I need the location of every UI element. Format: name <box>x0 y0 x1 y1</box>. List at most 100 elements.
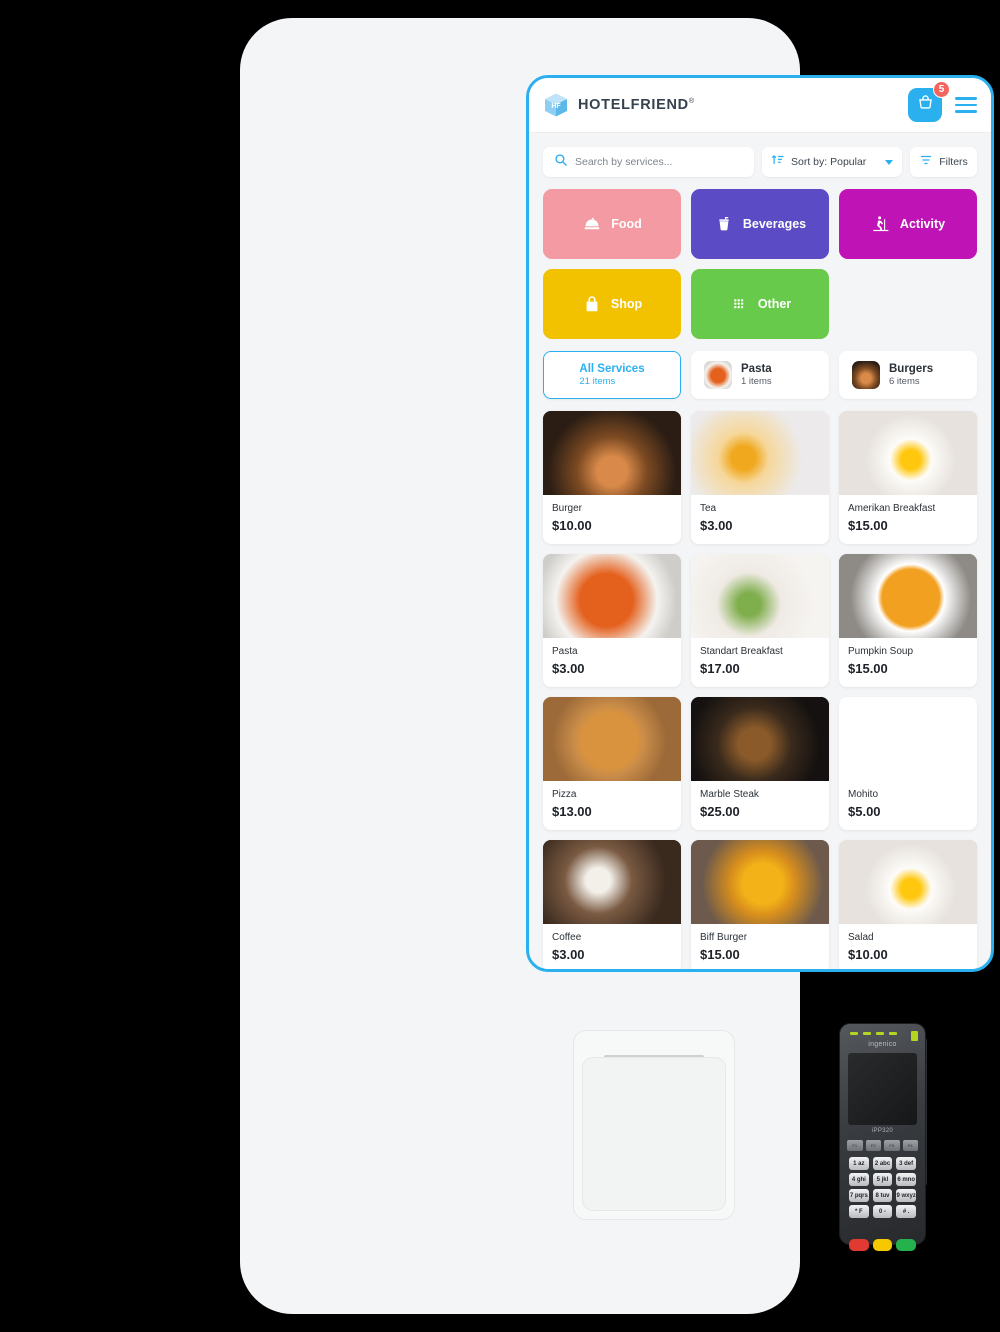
service-tab-text: All Services 21 items <box>579 363 644 387</box>
hotelfriend-cube-logo: HF <box>543 92 569 118</box>
product-name: Biff Burger <box>700 932 748 943</box>
product-card[interactable]: Salad $10.00 <box>839 840 977 969</box>
category-tile-food[interactable]: Food <box>543 189 681 259</box>
product-card[interactable]: Mohito $5.00 <box>839 697 977 830</box>
product-card[interactable]: Coffee $3.00 <box>543 840 681 969</box>
drink-cup-icon <box>714 214 734 234</box>
product-info: Pizza $13.00 <box>543 781 681 830</box>
product-card[interactable]: Pumpkin Soup $15.00 <box>839 554 977 687</box>
service-tab-count: 6 items <box>889 376 920 387</box>
product-price: $25.00 <box>700 804 740 819</box>
product-image <box>543 840 681 924</box>
product-card[interactable]: Marble Steak $25.00 <box>691 697 829 830</box>
terminal-function-key: F1 <box>847 1140 863 1151</box>
product-info: Pasta $3.00 <box>543 638 681 687</box>
category-tile-label: Other <box>757 297 792 311</box>
terminal-keypad-key: 7 pqrs <box>849 1189 869 1202</box>
pos-app-screen: HF HOTELFRIEND® 5 Search by services... … <box>526 75 994 972</box>
service-tab-name: Burgers <box>889 363 934 375</box>
product-card[interactable]: Pizza $13.00 <box>543 697 681 830</box>
product-image <box>839 697 977 781</box>
service-tab-pasta[interactable]: Pasta 1 items <box>691 351 829 399</box>
brand-registered-mark: ® <box>688 98 695 106</box>
brand-logo-group: HF HOTELFRIEND® <box>543 92 695 118</box>
terminal-keypad-key: 3 def <box>896 1157 916 1170</box>
product-price: $17.00 <box>700 661 740 676</box>
activity-hiker-icon <box>871 214 891 234</box>
terminal-keypad-key: 4 ghi <box>849 1173 869 1186</box>
terminal-function-key: F3 <box>884 1140 900 1151</box>
product-price: $10.00 <box>552 518 592 533</box>
category-tile-beverages[interactable]: Beverages <box>691 189 829 259</box>
product-name: Tea <box>700 503 717 514</box>
service-tab-count: 1 items <box>741 376 772 387</box>
product-card[interactable]: Tea $3.00 <box>691 411 829 544</box>
service-tab-thumbnail <box>852 361 880 389</box>
food-dome-icon <box>582 214 602 234</box>
product-card[interactable]: Pasta $3.00 <box>543 554 681 687</box>
search-icon <box>554 153 568 172</box>
product-price: $15.00 <box>848 518 888 533</box>
product-card[interactable]: Standart Breakfast $17.00 <box>691 554 829 687</box>
terminal-keypad-key: 9 wxyz <box>896 1189 916 1202</box>
tablet-dock-outline <box>573 1030 735 1220</box>
product-price: $5.00 <box>848 804 881 819</box>
terminal-function-key: F2 <box>865 1140 881 1151</box>
product-info: Burger $10.00 <box>543 495 681 544</box>
product-price: $13.00 <box>552 804 592 819</box>
search-input[interactable] <box>575 156 743 168</box>
category-tile-shop[interactable]: Shop <box>543 269 681 339</box>
product-name: Pasta <box>552 646 578 657</box>
product-image <box>691 554 829 638</box>
category-tile-other[interactable]: Other <box>691 269 829 339</box>
product-name: Burger <box>552 503 583 514</box>
terminal-display <box>848 1053 917 1125</box>
product-info: Tea $3.00 <box>691 495 829 544</box>
product-info: Standart Breakfast $17.00 <box>691 638 829 687</box>
terminal-keypad-key: # . <box>896 1205 916 1218</box>
product-info: Coffee $3.00 <box>543 924 681 969</box>
terminal-battery-indicator <box>911 1031 918 1041</box>
category-tile-label: Beverages <box>742 217 807 231</box>
sort-dropdown[interactable]: Sort by: Popular <box>762 147 902 177</box>
service-tabs-row: All Services 21 items Pasta 1 items Burgers 6… <box>529 339 991 399</box>
category-tile-label: Activity <box>899 217 946 231</box>
cart-count-badge: 5 <box>933 81 950 98</box>
terminal-action-keys <box>849 1239 917 1251</box>
service-tab-text: Burgers 6 items <box>889 363 933 387</box>
terminal-keypad-key: 5 jkl <box>872 1173 893 1186</box>
toolbar: Sort by: Popular Filters <box>529 133 991 177</box>
terminal-keypad: 1 az 2 abc 3 def 4 ghi 5 jkl 6 mno 7 pqrs 8 tuv… <box>849 1157 916 1218</box>
svg-text:HF: HF <box>551 103 561 110</box>
chevron-down-icon <box>885 159 893 165</box>
product-card[interactable]: Amerikan Breakfast $15.00 <box>839 411 977 544</box>
product-image <box>839 411 977 495</box>
product-name: Mohito <box>848 789 879 800</box>
terminal-body: ingenico iPP320 F1 F2 F3 F4 1 az 2 abc 3 def 4… <box>839 1023 926 1251</box>
service-tab-burgers[interactable]: Burgers 6 items <box>839 351 977 399</box>
sort-ascending-icon <box>771 153 785 172</box>
phone-device-mockup: HF HOTELFRIEND® 5 Search by services... … <box>240 18 994 1314</box>
terminal-action-key <box>896 1239 917 1251</box>
hamburger-menu-icon[interactable] <box>955 97 977 113</box>
product-price: $15.00 <box>848 661 888 676</box>
app-header: HF HOTELFRIEND® 5 <box>529 78 991 133</box>
terminal-brand-label: ingenico <box>868 1041 897 1048</box>
filters-button[interactable]: Filters <box>910 147 977 177</box>
service-tab-thumbnail <box>704 361 732 389</box>
terminal-keypad-key: 0 - <box>872 1205 893 1218</box>
cart-button[interactable]: 5 <box>908 81 950 122</box>
product-price: $3.00 <box>700 518 733 533</box>
grid-dots-icon <box>729 294 749 314</box>
product-card[interactable]: Biff Burger $15.00 <box>691 840 829 969</box>
terminal-status-leds <box>850 1032 897 1035</box>
product-card[interactable]: Burger $10.00 <box>543 411 681 544</box>
category-tile-label: Shop <box>610 297 643 311</box>
search-field-wrapper[interactable] <box>543 147 754 177</box>
terminal-keypad-key: 1 az <box>849 1157 869 1170</box>
terminal-keypad-key: 2 abc <box>872 1157 893 1170</box>
terminal-action-key <box>872 1239 893 1251</box>
service-tab-all-services[interactable]: All Services 21 items <box>543 351 681 399</box>
screenshot-scene: HF HOTELFRIEND® 5 Search by services... … <box>0 0 1000 1332</box>
category-tile-activity[interactable]: Activity <box>839 189 977 259</box>
